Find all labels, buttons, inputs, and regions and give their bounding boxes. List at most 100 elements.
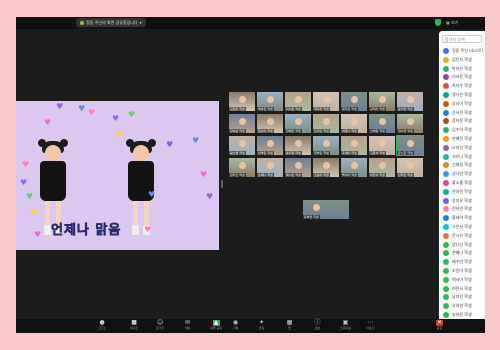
toolbar-button-label: 기록 xyxy=(232,326,239,330)
apps-button[interactable]: ▦ 앱 xyxy=(286,320,293,332)
participant-name-label: 황소율 학생 xyxy=(229,151,246,155)
participant-list-item[interactable]: 김민지 학생 xyxy=(443,56,485,64)
participant-video-tile[interactable]: 송지유 학생 xyxy=(285,136,311,155)
participant-list-name: 백서아 학생 xyxy=(452,276,472,282)
participant-list-item[interactable]: 조윤아 학생 xyxy=(443,267,485,275)
participant-list-item[interactable]: 송지유 학생 xyxy=(443,197,485,205)
participant-video-tile[interactable]: 정다은 학생 xyxy=(341,92,367,111)
screen-share-indicator[interactable]: 정동 주인의 화면 공유중입니다 ▾ xyxy=(76,18,146,27)
participant-list-item[interactable]: 유하연 학생 xyxy=(443,302,485,310)
more-button[interactable]: ⋯ 더보기 xyxy=(366,320,374,332)
share-screen-button[interactable]: ▲ 화면 공유 xyxy=(210,320,222,332)
participant-video-tile[interactable]: 허민서 학생 xyxy=(369,158,395,177)
microphone-button[interactable]: ● 오디오 xyxy=(98,320,106,332)
participant-face xyxy=(295,96,302,103)
participant-list-item[interactable]: 배수빈 학생 xyxy=(443,258,485,266)
heart-icon: ♥ xyxy=(20,178,28,187)
participant-video-tile[interactable]: 양다인 학생 xyxy=(229,158,255,177)
participant-video-tile[interactable]: 박하은 학생 xyxy=(257,92,283,111)
avatar xyxy=(443,206,449,213)
participant-name-label: 박하은 학생 xyxy=(257,107,274,111)
breakout-button[interactable]: ▣ 소회의실 xyxy=(340,320,351,332)
participant-face xyxy=(239,140,246,147)
participant-list-name: 안아린 학생 xyxy=(452,188,472,194)
participant-video-tile[interactable]: 강지아 학생 xyxy=(369,92,395,111)
participants-button[interactable]: ☺ 참가자 xyxy=(156,320,164,332)
participant-list-item[interactable]: 정동 주인 (호스트) xyxy=(443,47,485,55)
participant-list-item[interactable]: 박하은 학생 xyxy=(443,65,485,73)
participant-video-tile[interactable]: 한예린 학생 xyxy=(285,114,311,133)
participant-list-item[interactable]: 남지안 학생 xyxy=(443,293,485,301)
participant-video-tile[interactable]: 홍세아 학생 xyxy=(341,136,367,155)
participant-video-tile[interactable]: 손예나 학생 xyxy=(257,158,283,177)
participant-face xyxy=(323,140,330,147)
participants-panel: 참가자 검색 초대 정동 주인 (호스트)김민지 학생박하은 학생이서윤 학생최… xyxy=(439,31,485,333)
toolbar-button-label: 화면 공유 xyxy=(210,326,222,330)
participant-video-tile[interactable]: 신채원 학생 xyxy=(369,114,395,133)
participant-video-tile[interactable]: 배수빈 학생 xyxy=(285,158,311,177)
participant-list-item[interactable]: 임수아 학생 xyxy=(443,126,485,134)
participant-video-tile[interactable]: 권나연 학생 xyxy=(397,114,423,133)
camera-button[interactable]: ■ 비디오 xyxy=(130,320,138,332)
participant-search-input[interactable]: 참가자 검색 xyxy=(442,35,482,43)
participant-list-item[interactable]: 윤서연 학생 xyxy=(443,109,485,117)
security-shield-icon[interactable] xyxy=(435,19,441,26)
avatar xyxy=(443,171,449,178)
participant-list-item[interactable]: 백서아 학생 xyxy=(443,276,485,284)
participant-list-item[interactable]: 신채원 학생 xyxy=(443,161,485,169)
participant-video-tile[interactable]: 장하윤 학생 xyxy=(229,114,255,133)
participant-list-item[interactable]: 오지민 학생 xyxy=(443,144,485,152)
participant-list-item[interactable]: 양다인 학생 xyxy=(443,241,485,249)
participant-video-tile[interactable]: 문시은 학생 xyxy=(396,135,424,156)
share-label: 정동 주인의 화면 공유중입니다 xyxy=(86,20,138,25)
participant-list-item[interactable]: 문시은 학생 xyxy=(443,232,485,240)
participant-list-name: 유하연 학생 xyxy=(452,303,472,309)
participant-list-item[interactable]: 홍세아 학생 xyxy=(443,214,485,222)
participant-video-tile[interactable]: 오지민 학생 xyxy=(313,114,339,133)
participant-face xyxy=(267,162,274,169)
heart-icon: ♥ xyxy=(200,170,208,179)
participant-video-tile[interactable]: 황소율 학생 xyxy=(229,136,255,155)
participant-video-tile[interactable]: 남지안 학생 xyxy=(397,158,423,177)
participant-video-tile[interactable]: 고은서 학생 xyxy=(369,136,395,155)
participant-name-label: 송지유 학생 xyxy=(285,151,302,155)
participant-list-item[interactable]: 한예린 학생 xyxy=(443,135,485,143)
participant-video-tile[interactable]: 백서아 학생 xyxy=(341,158,367,177)
participant-list-item[interactable]: 장하윤 학생 xyxy=(443,117,485,125)
participant-face xyxy=(407,96,414,103)
resize-handle[interactable] xyxy=(221,180,223,188)
participant-video-tile[interactable]: 전하린 학생 xyxy=(313,136,339,155)
view-button[interactable]: ▦ 보기 xyxy=(446,19,458,26)
participant-face xyxy=(379,162,386,169)
participant-video-tile[interactable]: 최지우 학생 xyxy=(313,92,339,111)
participant-video-tile[interactable]: 이서윤 학생 xyxy=(285,92,311,111)
participant-video-tile[interactable]: 윤서연 학생 xyxy=(397,92,423,111)
participant-list-item[interactable]: 송하은 학생 xyxy=(443,311,485,319)
participant-video-tile[interactable]: 조윤아 학생 xyxy=(313,158,339,177)
participant-video-tile[interactable]: 유하연 학생 xyxy=(303,200,349,219)
participant-list-item[interactable]: 권나연 학생 xyxy=(443,170,485,178)
participant-video-tile[interactable]: 서유나 학생 xyxy=(341,114,367,133)
chat-button[interactable]: ✉ 채팅 xyxy=(184,320,191,332)
participant-video-tile[interactable]: 김민지 학생 xyxy=(229,92,255,111)
participant-list-item[interactable]: 강지아 학생 xyxy=(443,100,485,108)
participant-list-item[interactable]: 이서윤 학생 xyxy=(443,73,485,81)
participant-list-item[interactable]: 황소율 학생 xyxy=(443,179,485,187)
participant-list-item[interactable]: 전하린 학생 xyxy=(443,205,485,213)
participant-list-item[interactable]: 허민서 학생 xyxy=(443,285,485,293)
participant-list-item[interactable]: 안아린 학생 xyxy=(443,188,485,196)
toolbar-button-label: 반응 xyxy=(258,326,265,330)
participant-list-item[interactable]: 최지우 학생 xyxy=(443,82,485,90)
participant-list-item[interactable]: 손예나 학생 xyxy=(443,249,485,257)
record-button[interactable]: ◉ 기록 xyxy=(232,320,239,332)
participant-face xyxy=(351,118,358,125)
participant-list-item[interactable]: 서유나 학생 xyxy=(443,153,485,161)
reactions-button[interactable]: ✦ 반응 xyxy=(258,320,265,332)
participant-list-name: 정다은 학생 xyxy=(452,92,472,97)
participant-list-item[interactable]: 정다은 학생 xyxy=(443,91,485,99)
participant-video-tile[interactable]: 안아린 학생 xyxy=(257,136,283,155)
info-button[interactable]: ⓘ 정보 xyxy=(314,320,321,332)
participant-video-tile[interactable]: 임수아 학생 xyxy=(257,114,283,133)
participant-list-item[interactable]: 고은서 학생 xyxy=(443,223,485,231)
end-button[interactable]: ✕ 종료 xyxy=(436,320,443,332)
